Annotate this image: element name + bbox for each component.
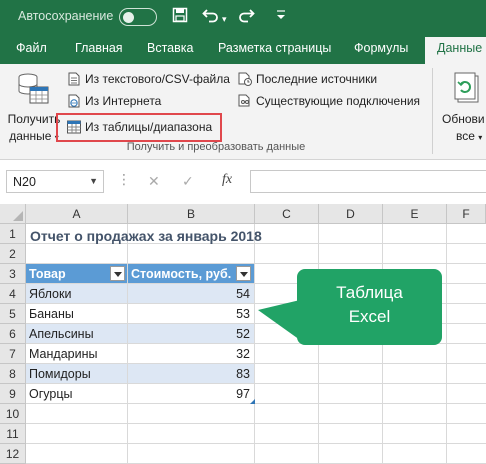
table-cell-value[interactable]: 53 — [128, 304, 255, 324]
existing-connections-label: Существующие подключения — [256, 94, 421, 108]
refresh-label-line2: все ▾ — [456, 129, 483, 143]
row-header[interactable]: 3 — [0, 264, 26, 284]
row-header[interactable]: 1 — [0, 224, 26, 244]
redo-icon[interactable] — [237, 7, 255, 28]
row-header[interactable]: 10 — [0, 404, 26, 424]
from-table-highlight-box — [56, 113, 222, 142]
cancel-icon[interactable]: ✕ — [148, 173, 160, 190]
filter-dropdown-icon[interactable] — [236, 266, 251, 281]
formula-buttons: ✕ ✓ fx — [138, 170, 246, 193]
ribbon-tabs: Файл Главная Вставка Разметка страницы Ф… — [0, 34, 486, 64]
column-header-e[interactable]: E — [383, 204, 447, 224]
row-header[interactable]: 11 — [0, 424, 26, 444]
callout-line2: Excel — [348, 307, 391, 326]
get-data-button[interactable]: Получить данные ▾ — [4, 70, 60, 143]
tab-formulas[interactable]: Формулы — [354, 41, 408, 55]
undo-icon[interactable] — [202, 7, 220, 28]
table-cell-value[interactable]: 97 — [128, 384, 255, 404]
table-cell-value[interactable]: 54 — [128, 284, 255, 304]
column-header-d[interactable]: D — [319, 204, 383, 224]
row-header[interactable]: 8 — [0, 364, 26, 384]
refresh-dropdown-icon: ▾ — [478, 133, 483, 142]
get-data-label-line1: Получить — [7, 112, 61, 126]
connections-icon — [238, 94, 252, 108]
from-web-label: Из Интернета — [85, 94, 162, 108]
column-header-f[interactable]: F — [447, 204, 486, 224]
undo-dropdown-icon[interactable]: ▾ — [222, 10, 227, 28]
row-header[interactable]: 5 — [0, 304, 26, 324]
row-header[interactable]: 2 — [0, 244, 26, 264]
column-header-c[interactable]: C — [255, 204, 319, 224]
table-header-item[interactable]: Товар — [26, 264, 128, 284]
name-box-value: N20 — [13, 175, 36, 189]
table-cell-value[interactable]: 52 — [128, 324, 255, 344]
tab-file[interactable]: Файл — [16, 41, 47, 55]
table-cell-item[interactable]: Бананы — [26, 304, 128, 324]
customize-dropdown-icon[interactable] — [276, 8, 286, 29]
ribbon-separator — [432, 68, 433, 154]
save-icon[interactable] — [172, 7, 188, 28]
row-header[interactable]: 12 — [0, 444, 26, 464]
table-cell-value[interactable]: 83 — [128, 364, 255, 384]
name-box-dropdown-icon[interactable]: ▼ — [89, 176, 98, 186]
formula-bar: N20 ▼ ⋮ ✕ ✓ fx — [0, 160, 486, 204]
filter-dropdown-icon[interactable] — [110, 266, 125, 281]
table-header-item-label: Товар — [29, 267, 66, 281]
tab-page-layout[interactable]: Разметка страницы — [218, 41, 331, 55]
formula-bar-grip-icon: ⋮ — [117, 171, 131, 187]
ribbon-data: Получить данные ▾ Из текстового/CSV-файл… — [0, 64, 486, 160]
table-cell-item[interactable]: Огурцы — [26, 384, 128, 404]
table-cell-item[interactable]: Апельсины — [26, 324, 128, 344]
row-header[interactable]: 6 — [0, 324, 26, 344]
row-header[interactable]: 4 — [0, 284, 26, 304]
row-header[interactable]: 9 — [0, 384, 26, 404]
autosave-toggle[interactable] — [119, 8, 157, 26]
web-page-icon — [67, 94, 81, 108]
from-text-csv-label: Из текстового/CSV-файла — [85, 72, 230, 86]
autosave-label: Автосохранение — [18, 9, 114, 23]
title-bar: Автосохранение ▾ — [0, 0, 486, 34]
table-cell-item[interactable]: Помидоры — [26, 364, 128, 384]
column-header-b[interactable]: B — [128, 204, 255, 224]
recent-sources-label: Последние источники — [256, 72, 378, 86]
refresh-icon — [454, 72, 482, 109]
table-cell-item[interactable]: Мандарины — [26, 344, 128, 364]
recent-sources-icon — [238, 72, 252, 86]
callout-line1: Таблица — [336, 283, 403, 302]
table-cell-item[interactable]: Яблоки — [26, 284, 128, 304]
formula-input[interactable] — [250, 170, 486, 193]
text-file-icon — [67, 72, 81, 86]
autosave-toggle-knob — [123, 11, 134, 23]
tab-insert[interactable]: Вставка — [147, 41, 193, 55]
callout-excel-table: Таблица Excel — [297, 269, 442, 345]
table-cell-value[interactable]: 32 — [128, 344, 255, 364]
database-icon — [16, 72, 50, 109]
select-all-button[interactable] — [0, 204, 26, 224]
tab-home[interactable]: Главная — [75, 41, 123, 55]
table-header-value[interactable]: Стоимость, руб. — [128, 264, 255, 284]
tab-data[interactable]: Данные — [425, 37, 486, 64]
refresh-all-button[interactable]: Обнови все ▾ — [440, 70, 486, 143]
enter-icon[interactable]: ✓ — [182, 173, 194, 190]
name-box[interactable]: N20 ▼ — [6, 170, 104, 193]
report-title: Отчет о продажах за январь 2018 — [30, 228, 262, 244]
refresh-label-line1: Обнови — [442, 112, 485, 126]
table-resize-handle[interactable] — [250, 399, 255, 404]
ribbon-group-label: Получить и преобразовать данные — [126, 141, 306, 153]
row-header[interactable]: 7 — [0, 344, 26, 364]
insert-function-icon[interactable]: fx — [222, 172, 232, 188]
column-header-a[interactable]: A — [26, 204, 128, 224]
table-header-value-label: Стоимость, руб. — [131, 267, 232, 281]
callout-pointer — [258, 300, 300, 340]
